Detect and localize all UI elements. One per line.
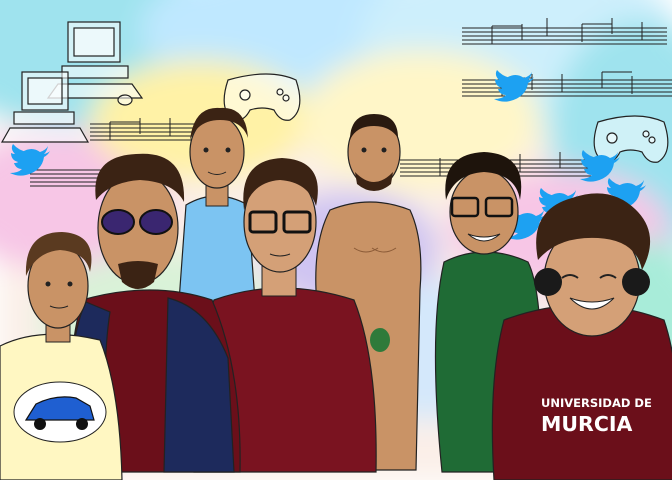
hoodie-text-line1: UNIVERSIDAD DE <box>541 396 652 410</box>
hoodie-text-line2: MURCIA <box>541 412 633 436</box>
rocket-car-icon <box>13 381 107 443</box>
illustration-scene: UNIVERSIDAD DE MURCIA <box>0 0 672 480</box>
illustration-canvas: UNIVERSIDAD DE MURCIA <box>0 0 672 480</box>
